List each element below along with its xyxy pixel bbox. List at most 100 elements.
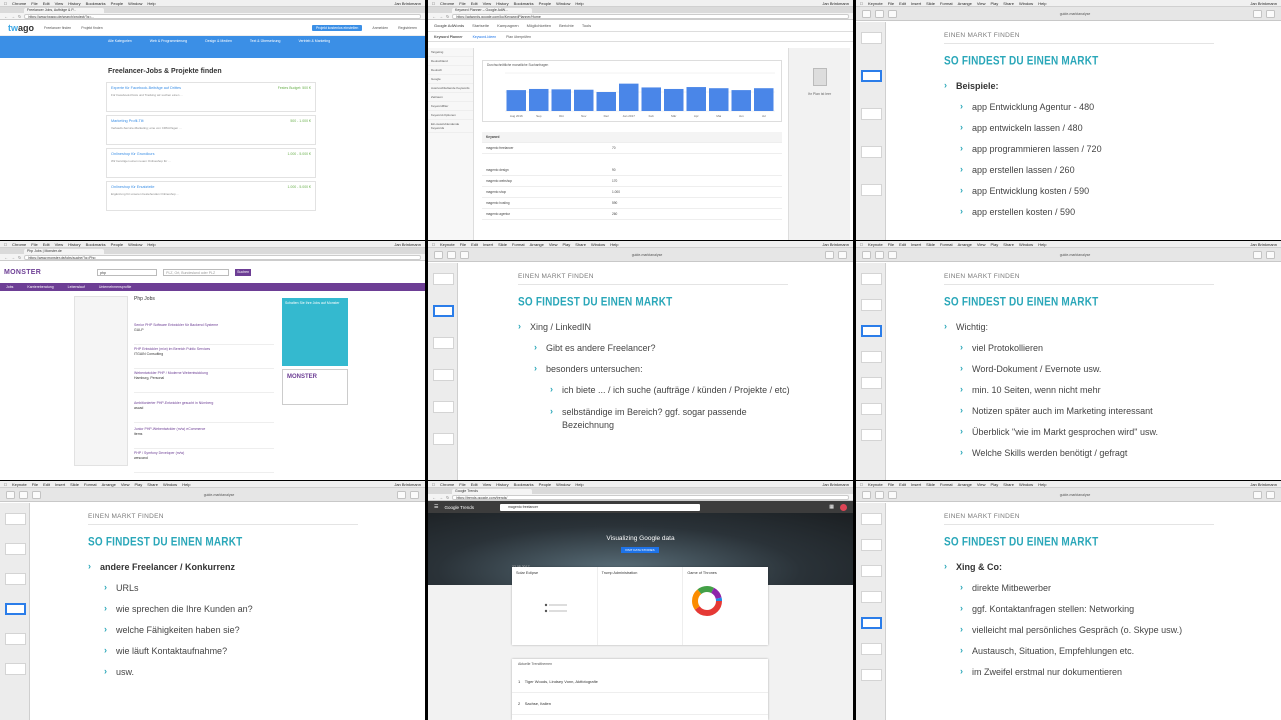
menu-edit[interactable]: Edit [471,241,478,247]
search-input[interactable]: magento freelancer [500,503,701,511]
forward-icon[interactable]: → [439,495,443,500]
menu-history[interactable]: History [68,0,80,6]
job-title[interactable]: Junior PHP-Webentwickler (m/w) eCommerce [134,427,205,431]
menu-bookmarks[interactable]: Bookmarks [86,0,106,6]
project-card[interactable]: Experte für Facebook-Beiträge auf Dritte… [106,82,316,112]
slide-thumbnail[interactable] [433,305,454,317]
zoom-button[interactable] [19,490,28,499]
menu-insert[interactable]: Insert [483,241,493,247]
project-title[interactable]: Onlineshop für Ersatzteile [111,185,311,189]
job-search-input[interactable]: php [97,268,158,276]
menu-arrange[interactable]: Arrange [530,241,544,247]
trend-row[interactable]: 1 Tiger Woods, Lindsey Vonn, Aktfotograf… [512,671,768,693]
menu-help[interactable]: Help [182,481,190,487]
menu-play[interactable]: Play [990,241,998,247]
menu-app[interactable]: Keynote [868,0,883,6]
slide-thumbnail[interactable] [861,591,882,603]
format-button[interactable] [1266,490,1275,499]
category-item[interactable]: Text & Übersetzung [250,39,281,58]
reload-icon[interactable]: ↻ [446,14,449,19]
chart-bar[interactable] [754,88,774,111]
menu-share[interactable]: Share [147,481,158,487]
project-title[interactable]: Onlineshop für Grundkurs [111,152,311,156]
browser-tab[interactable]: Keyword Planner – Google AdW... [452,8,532,13]
sidebar-item[interactable]: Deutschland [428,57,473,66]
monster-ad[interactable]: MONSTER [282,369,348,405]
chart-bar[interactable] [731,90,752,111]
browser-tab[interactable]: Freelancer Jobs, Aufträge & P... [24,8,104,13]
menu-app[interactable]: Keynote [868,481,883,487]
menu-history[interactable]: History [496,481,508,487]
url-field[interactable]: https://trends.google.com/trends/ [452,494,849,500]
browser-tab[interactable]: Google Trends [452,489,532,494]
nav-item[interactable]: Jobs [6,283,13,291]
tab-reports[interactable]: Berichte [559,23,574,28]
menu-file[interactable]: File [460,241,466,247]
zoom-button[interactable] [875,250,884,259]
apple-icon[interactable]:  [432,481,435,487]
menu-window[interactable]: Window [556,481,570,487]
job-listing[interactable]: Senior PHP Software Entwickler für Backe… [134,323,274,345]
menu-view[interactable]: View [977,0,986,6]
apple-icon[interactable]:  [432,0,435,6]
menu-find-freelancer[interactable]: Freelancer finden [44,26,71,30]
menu-file[interactable]: File [888,241,894,247]
menu-play[interactable]: Play [990,0,998,6]
menu-view[interactable]: View [977,241,986,247]
format-button[interactable] [1266,250,1275,259]
view-button[interactable] [434,250,443,259]
play-button[interactable] [1253,250,1262,259]
table-row[interactable]: magento hosting 590 [482,198,782,209]
slide-thumbnail[interactable] [861,513,882,525]
slide-thumbnail[interactable] [861,669,882,681]
menu-app[interactable]: Keynote [12,481,27,487]
add-slide-button[interactable] [888,490,897,499]
menu-window[interactable]: Window [128,241,142,247]
sidebar-item[interactable]: Keyword-Optionen [428,111,473,120]
slide-thumbnail[interactable] [861,539,882,551]
chart-bar[interactable] [709,88,729,111]
tab-home[interactable]: Startseite [472,23,489,28]
zoom-button[interactable] [875,490,884,499]
menu-view[interactable]: View [977,481,986,487]
category-item[interactable]: Alle Kategorien [108,39,132,58]
sidebar-item[interactable]: Zeitraum [428,93,473,102]
url-field[interactable]: https://adwords.google.com/ko/KeywordPla… [452,13,849,19]
trend-row[interactable]: 2 Sachse, Italien [512,693,768,715]
menu-people[interactable]: People [111,241,123,247]
job-listing[interactable]: Ambitionierter PHP-Entwickler gesucht in… [134,401,274,423]
trends-logo[interactable]: Google Trends [444,505,474,510]
apps-icon[interactable]: ▦ [829,504,834,510]
trend-card[interactable]: Solar Eclipse [512,567,598,645]
menu-share[interactable]: Share [1003,0,1014,6]
menu-slide[interactable]: Slide [70,481,79,487]
menu-app[interactable]: Chrome [440,0,454,6]
data-stories-button[interactable]: VISIT DATA STORIES [621,547,659,553]
back-icon[interactable]: ← [432,14,436,19]
nav-item[interactable]: Karriereberatung [27,283,53,291]
chart-bar[interactable] [506,90,527,111]
menu-file[interactable]: File [31,0,37,6]
apple-icon[interactable]:  [432,241,435,247]
menu-view[interactable]: View [483,0,492,6]
menu-bookmarks[interactable]: Bookmarks [514,0,534,6]
sidebar-item[interactable]: Google [428,75,473,84]
chart-bar[interactable] [596,92,617,111]
menu-help[interactable]: Help [1038,481,1046,487]
sidebar-item[interactable]: Targeting [428,48,473,57]
menu-history[interactable]: History [68,241,80,247]
chart-bar[interactable] [619,83,639,111]
project-card[interactable]: Onlineshop für Ersatzteile 1.000 - 5.000… [106,181,316,211]
nav-item[interactable]: Lebenslauf [68,283,85,291]
category-item[interactable]: Design & Medien [205,39,232,58]
slide-thumbnail[interactable] [861,184,882,196]
avatar[interactable] [840,503,847,511]
slide-thumbnail[interactable] [861,32,882,44]
menu-file[interactable]: File [888,0,894,6]
tab-opportunities[interactable]: Möglichkeiten [527,23,551,28]
play-button[interactable] [1253,9,1262,18]
slide-thumbnail[interactable] [5,543,26,555]
view-button[interactable] [862,9,871,18]
menu-help[interactable]: Help [147,0,155,6]
employer-ad[interactable]: Schalten Sie Ihre Jobs auf Monster [282,298,348,366]
